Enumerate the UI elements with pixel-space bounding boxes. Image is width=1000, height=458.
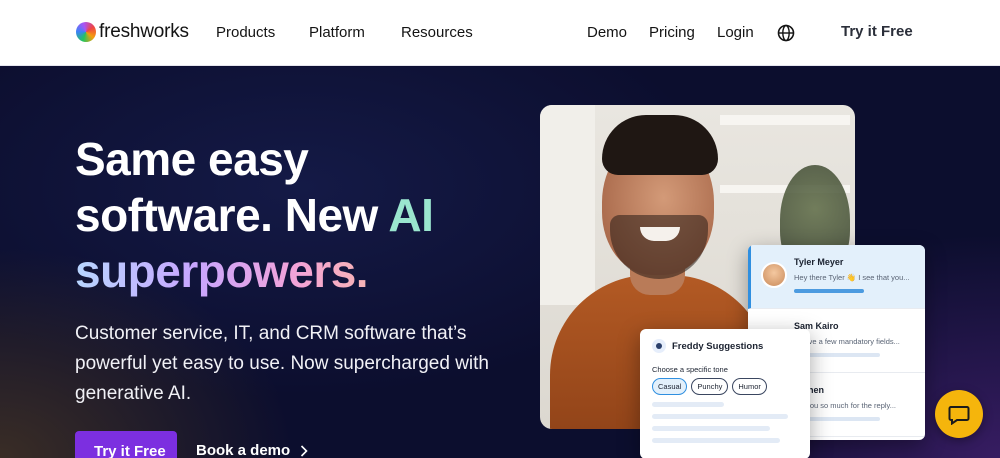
tone-chip-punchy[interactable]: Punchy — [691, 378, 729, 395]
chat-message: ...have a few mandatory fields... — [794, 337, 900, 346]
nav-demo[interactable]: Demo — [587, 24, 627, 41]
book-demo-link[interactable]: Book a demo — [196, 442, 308, 458]
chat-bubble-icon — [948, 406, 970, 425]
chat-progress-bar — [794, 289, 864, 293]
placeholder-line — [652, 414, 788, 419]
nav-pricing[interactable]: Pricing — [649, 24, 695, 41]
nav-try-free-button[interactable]: Try it Free — [841, 23, 913, 40]
chat-list-item[interactable]: Tyler Meyer Hey there Tyler 👋 I see that… — [748, 245, 925, 309]
tone-chip-humor[interactable]: Humor — [732, 378, 767, 395]
top-nav: freshworks Products Platform Resources D… — [0, 0, 1000, 66]
hero-headline: Same easy software. New AI superpowers. — [75, 131, 535, 299]
globe-icon[interactable] — [777, 24, 795, 42]
headline-line3: superpowers. — [75, 245, 369, 297]
headline-line2: software. New — [75, 189, 378, 241]
logo-text: freshworks — [99, 21, 189, 42]
freshworks-logo-icon — [76, 22, 96, 42]
chat-message: ...k you so much for the reply... — [794, 401, 896, 410]
chat-name: Tyler Meyer — [794, 257, 844, 267]
chat-widget-button[interactable] — [935, 390, 983, 438]
freddy-title: Freddy Suggestions — [672, 340, 764, 352]
chat-name: ...Chen — [794, 385, 915, 395]
hero-subtext: Customer service, IT, and CRM software t… — [75, 323, 489, 404]
headline-line1: Same easy — [75, 133, 309, 185]
nav-login[interactable]: Login — [717, 24, 754, 41]
nav-resources[interactable]: Resources — [401, 24, 473, 41]
tone-label: Choose a specific tone — [652, 365, 728, 374]
hero-section: Same easy software. New AI superpowers. … — [0, 67, 1000, 458]
freshworks-logo[interactable]: freshworks — [76, 21, 189, 43]
tone-chip-casual[interactable]: Casual — [652, 378, 688, 395]
book-demo-label: Book a demo — [196, 442, 291, 458]
try-free-button[interactable]: Try it Free — [75, 431, 177, 458]
nav-products[interactable]: Products — [216, 24, 275, 41]
chevron-right-icon — [301, 444, 308, 457]
chat-name: Sam Kairo — [794, 321, 839, 331]
chat-message: Hey there Tyler 👋 I see that you... — [794, 273, 910, 282]
placeholder-line — [652, 438, 780, 443]
freddy-suggestions-card: Freddy Suggestions Choose a specific ton… — [640, 329, 810, 458]
nav-platform[interactable]: Platform — [309, 24, 365, 41]
placeholder-line — [652, 402, 724, 407]
freddy-bot-icon — [652, 339, 666, 353]
placeholder-line — [652, 426, 770, 431]
avatar — [761, 262, 787, 288]
headline-ai: AI — [388, 189, 434, 241]
